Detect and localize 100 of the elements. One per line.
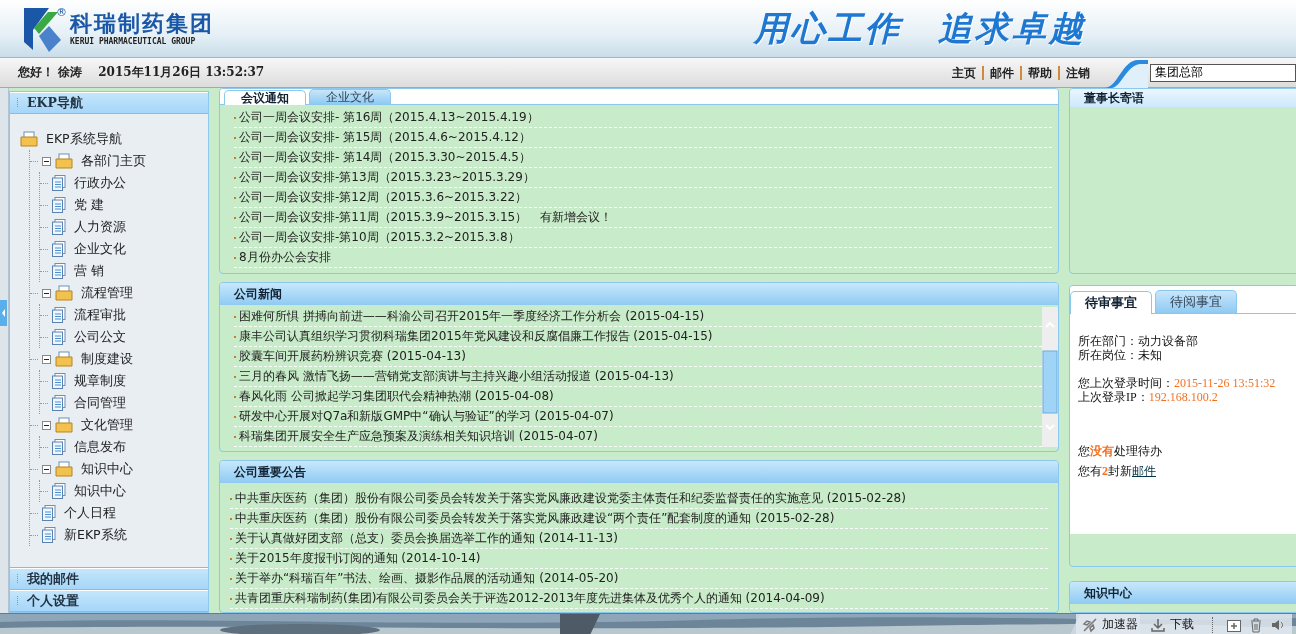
tree-item[interactable]: 人力资源 [74, 218, 126, 236]
search-field[interactable]: 集团总部 [1150, 63, 1296, 82]
tree-item[interactable]: 党 建 [74, 196, 104, 214]
folder-icon [55, 461, 73, 477]
tree-item[interactable]: 行政办公 [74, 174, 126, 192]
scrollbar[interactable] [1042, 307, 1058, 447]
position-text: 所在岗位：未知 [1078, 348, 1163, 362]
slogan: 追求卓越 [938, 6, 1086, 50]
list-link[interactable]: 8月份办公会安排 [239, 248, 331, 267]
folder-icon [55, 153, 73, 169]
document-icon [52, 241, 66, 257]
grip-icon [16, 596, 19, 606]
list-link[interactable]: 中共重庆医药（集团）股份有限公司委员会转发关于落实党风廉政建设“两个责任”配套制度的通知 (2015-02-28) [235, 509, 835, 528]
document-icon [52, 483, 66, 499]
download-icon [1150, 616, 1166, 633]
list-link[interactable]: 公司一周会议安排- 第15周（2015.4.6~2015.4.12） [239, 128, 531, 147]
tab[interactable]: 会议通知 [224, 90, 306, 105]
list-link[interactable]: 公司一周会议安排- 第14周（2015.3.30~2015.4.5） [239, 148, 531, 167]
date-time: 2015年11月26日 13:52:37 [98, 64, 265, 81]
list-link[interactable]: 关于认真做好团支部（总支）委员会换届选举工作的通知 (2014-11-13) [235, 529, 618, 548]
collapse-icon[interactable] [42, 420, 51, 430]
list-link[interactable]: 康丰公司认真组织学习贯彻科瑞集团2015年党风建设和反腐倡廉工作报告 (2015-04-15) [239, 327, 713, 346]
tree-item[interactable]: 营 销 [74, 262, 104, 280]
folder-icon [55, 417, 73, 433]
grip-icon [16, 574, 19, 584]
document-icon [52, 395, 66, 411]
tree-item[interactable]: 文化管理 [81, 416, 133, 434]
document-icon [52, 175, 66, 191]
document-icon [42, 505, 56, 521]
list-link[interactable]: 困难何所惧 拼搏向前进——科渝公司召开2015年一季度经济工作分析会 (2015-04-15) [239, 307, 705, 326]
list-link[interactable]: 关于举办“科瑞百年”书法、绘画、摄影作品展的活动通知 (2014-05-20) [235, 569, 619, 588]
registered-mark: ® [56, 5, 67, 19]
document-icon [42, 527, 56, 543]
tree-item[interactable]: 流程审批 [74, 306, 126, 324]
list-link[interactable]: 公司一周会议安排-第12周（2015.3.6~2015.3.22） [239, 188, 528, 207]
list-link[interactable]: 春风化雨 公司掀起学习集团职代会精神热潮 (2015-04-08) [239, 387, 554, 406]
collapse-icon[interactable] [42, 156, 51, 166]
tree-item[interactable]: 知识中心 [74, 482, 126, 500]
document-icon [52, 439, 66, 455]
collapse-icon[interactable] [42, 464, 51, 474]
grip-icon [16, 98, 19, 108]
list-link[interactable]: 公司一周会议安排-第11周（2015.3.9~2015.3.15） [239, 208, 528, 227]
folder-icon [55, 285, 73, 301]
tree-item[interactable]: 规章制度 [74, 372, 126, 390]
notice-note: 有新增会议！ [540, 209, 613, 226]
panel-title: 知识中心 [1070, 582, 1296, 604]
company-name: 科瑞制药集团 [70, 9, 214, 36]
tree-item[interactable]: 企业文化 [74, 240, 126, 258]
nav-link[interactable]: 主页 [946, 65, 982, 80]
tree-item[interactable]: 流程管理 [81, 284, 133, 302]
nav-link[interactable]: 邮件 [982, 65, 1020, 80]
tab[interactable]: 企业文化 [309, 89, 391, 104]
list-link[interactable]: 公司一周会议安排- 第16周（2015.4.13~2015.4.19） [239, 108, 539, 127]
last-login-time: 2015-11-26 13:51:32 [1174, 376, 1276, 390]
trash-icon[interactable] [1248, 616, 1264, 633]
list-link[interactable]: 三月的春风 激情飞扬——营销党支部演讲与主持兴趣小组活动报道 (2015-04-13) [239, 367, 674, 386]
tree-item[interactable]: 制度建设 [81, 350, 133, 368]
greeting: 您好！ 徐涛 [18, 64, 83, 81]
nav-link[interactable]: 注销 [1058, 65, 1096, 80]
sidebar-section-header[interactable]: EKP导航 [10, 92, 208, 114]
document-icon [52, 263, 66, 279]
list-link[interactable]: 胶囊车间开展药粉辨识竞赛 (2015-04-13) [239, 347, 466, 366]
document-icon [52, 373, 66, 389]
tree-item[interactable]: 个人日程 [64, 504, 116, 522]
sidebar-section-header[interactable]: 我的邮件 [10, 568, 208, 590]
tree-item[interactable]: 知识中心 [81, 460, 133, 478]
tree-item[interactable]: 信息发布 [74, 438, 126, 456]
company-name-english: KERUI PHARMACEUTICAL GROUP [70, 35, 197, 48]
status-button[interactable]: 下载 [1150, 616, 1194, 633]
tree-item[interactable]: 各部门主页 [81, 152, 146, 170]
list-link[interactable]: 关于2015年度报刊订阅的通知 (2014-10-14) [235, 549, 481, 568]
list-link[interactable]: 公司一周会议安排-第10周（2015.3.2~2015.3.8） [239, 228, 520, 247]
last-ip-label: 上次登录IP： [1078, 390, 1149, 404]
tree-item[interactable]: 新EKP系统 [64, 526, 127, 544]
nav-link[interactable]: 帮助 [1020, 65, 1058, 80]
list-link[interactable]: 中共重庆医药（集团）股份有限公司委员会转发关于落实党风廉政建设党委主体责任和纪委监督责任的实施意见 (2015-02-28) [235, 489, 906, 508]
last-ip: 192.168.100.2 [1148, 390, 1218, 404]
tab[interactable]: 待阅事宜 [1155, 290, 1237, 313]
list-link[interactable]: 公司一周会议安排-第13周（2015.3.23~2015.3.29） [239, 168, 535, 187]
collapse-icon[interactable] [42, 354, 51, 364]
collapse-handle-icon[interactable] [0, 300, 7, 326]
tab[interactable]: 待审事宜 [1070, 291, 1152, 314]
panel-title: 公司重要公告 [220, 461, 1058, 483]
todo-text: 您没有处理待办 [1078, 444, 1163, 458]
tree-item[interactable]: 合同管理 [74, 394, 126, 412]
slogan: 用心工作 [754, 6, 902, 50]
list-link[interactable]: 共青团重庆科瑞制药(集团)有限公司委员会关于评选2012-2013年度先进集体及优秀个人的通知 (2014-04-09) [235, 589, 825, 608]
panel-title: 公司新闻 [220, 283, 1058, 305]
tree-item[interactable]: EKP系统导航 [46, 130, 122, 148]
tree-item[interactable]: 公司公文 [74, 328, 126, 346]
mail-link[interactable]: 邮件 [1132, 464, 1156, 478]
list-link[interactable]: 研发中心开展对Q7a和新版GMP中“确认与验证”的学习 (2015-04-07) [239, 407, 614, 426]
collapse-icon[interactable] [42, 288, 51, 298]
last-login-label: 您上次登录时间： [1078, 376, 1174, 390]
document-icon [52, 219, 66, 235]
sidebar-section-header[interactable]: 个人设置 [10, 590, 208, 612]
document-icon [52, 307, 66, 323]
folder-icon [55, 351, 73, 367]
mail-text: 您有2封新邮件 [1078, 464, 1157, 478]
list-link[interactable]: 科瑞集团开展安全生产应急预案及演练相关知识培训 (2015-04-07) [239, 427, 598, 446]
